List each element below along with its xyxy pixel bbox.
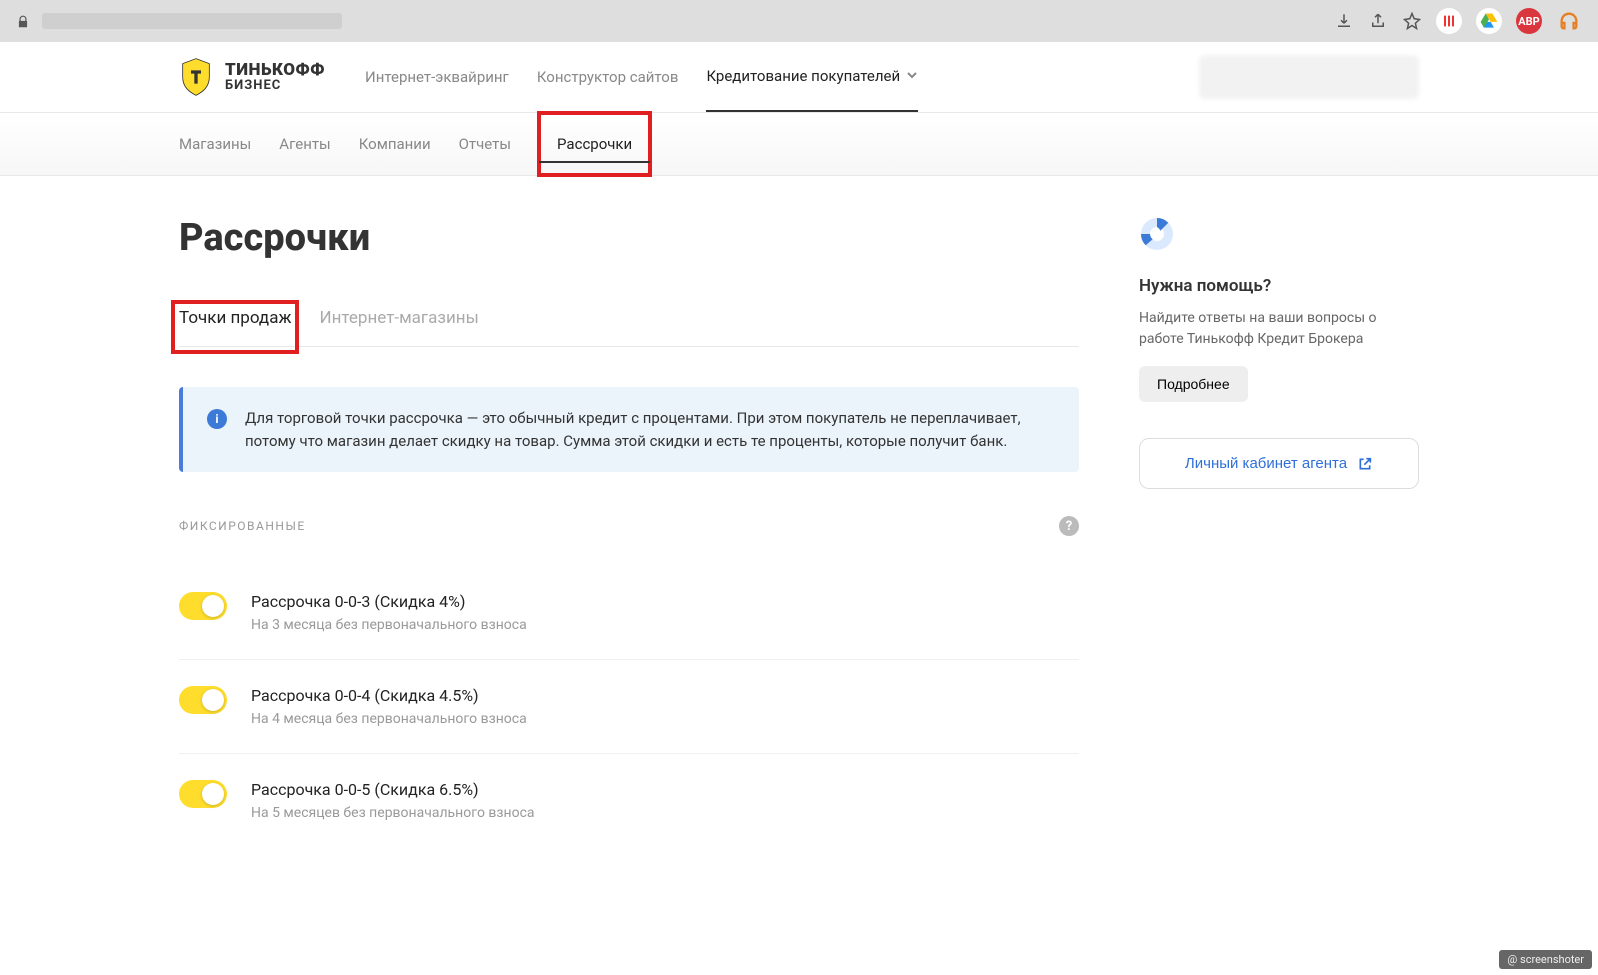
info-banner-text: Для торговой точки рассрочка — это обычн… [245,407,1055,452]
sub-nav-agents[interactable]: Агенты [279,113,330,175]
extension-icon-1[interactable] [1436,8,1462,34]
plan-row: Рассрочка 0-0-5 (Скидка 6.5%) На 5 месяц… [179,754,1079,847]
extension-headphones-icon[interactable] [1556,8,1582,34]
chevron-down-icon [906,67,918,85]
sub-nav: Магазины Агенты Компании Отчеты Рассрочк… [0,113,1598,176]
toggle-switch[interactable] [179,592,227,620]
chrome-toolbar-icons: ABP [1334,8,1582,34]
download-icon[interactable] [1334,11,1354,31]
extension-abp-icon[interactable]: ABP [1516,8,1542,34]
plan-title: Рассрочка 0-0-3 (Скидка 4%) [251,592,527,611]
logo[interactable]: ТИНЬКОФФ БИЗНЕС [179,57,325,97]
info-banner: i Для торговой точки рассрочка — это обы… [179,387,1079,472]
external-link-icon [1357,456,1373,472]
logo-main-text: ТИНЬКОФФ [225,62,325,79]
agent-cabinet-label: Личный кабинет агента [1185,455,1347,472]
help-text: Найдите ответы на ваши вопросы о работе … [1139,308,1419,350]
sub-nav-installments[interactable]: Рассрочки [539,113,650,175]
help-icon[interactable]: ? [1059,516,1079,536]
plan-row: Рассрочка 0-0-3 (Скидка 4%) На 3 месяца … [179,566,1079,660]
logo-sub-text: БИЗНЕС [225,79,325,92]
top-nav-sitebuilder[interactable]: Конструктор сайтов [537,42,679,112]
page-content: Рассрочки Точки продаж Интернет-магазины… [139,176,1459,907]
toggle-switch[interactable] [179,780,227,808]
content-tabs: Точки продаж Интернет-магазины [179,308,1079,347]
tab-online-shops[interactable]: Интернет-магазины [319,308,478,346]
info-icon: i [207,409,227,429]
tab-pos[interactable]: Точки продаж [179,308,291,346]
main-header: ТИНЬКОФФ БИЗНЕС Интернет-эквайринг Конст… [0,42,1598,113]
side-column: Нужна помощь? Найдите ответы на ваши воп… [1139,216,1419,847]
plan-title: Рассрочка 0-0-5 (Скидка 6.5%) [251,780,535,799]
lock-icon [16,14,30,28]
page-title: Рассрочки [179,216,1079,260]
plan-desc: На 3 месяца без первоначального взноса [251,617,527,633]
plan-title: Рассрочка 0-0-4 (Скидка 4.5%) [251,686,527,705]
extension-drive-icon[interactable] [1476,8,1502,34]
top-nav: Интернет-эквайринг Конструктор сайтов Кр… [365,42,918,112]
address-text-placeholder [42,13,342,29]
star-icon[interactable] [1402,11,1422,31]
toggle-switch[interactable] [179,686,227,714]
help-title: Нужна помощь? [1139,276,1419,296]
address-bar [16,13,342,29]
lifebuoy-icon [1139,216,1175,252]
sub-nav-companies[interactable]: Компании [359,113,431,175]
section-label: ФИКСИРОВАННЫЕ [179,519,306,533]
section-header: ФИКСИРОВАННЫЕ ? [179,516,1079,536]
plan-desc: На 5 месяцев без первоначального взноса [251,805,535,821]
plan-row: Рассрочка 0-0-4 (Скидка 4.5%) На 4 месяц… [179,660,1079,754]
top-nav-credit[interactable]: Кредитование покупателей [706,42,918,112]
top-nav-credit-label: Кредитование покупателей [706,67,900,85]
main-column: Рассрочки Точки продаж Интернет-магазины… [179,216,1079,847]
learn-more-button[interactable]: Подробнее [1139,366,1248,402]
help-block: Нужна помощь? Найдите ответы на ваши воп… [1139,216,1419,402]
account-area[interactable] [1199,55,1419,99]
top-nav-acquiring[interactable]: Интернет-эквайринг [365,42,509,112]
sub-nav-shops[interactable]: Магазины [179,113,251,175]
browser-chrome: ABP [0,0,1598,42]
plan-desc: На 4 месяца без первоначального взноса [251,711,527,727]
sub-nav-reports[interactable]: Отчеты [459,113,511,175]
share-icon[interactable] [1368,11,1388,31]
logo-shield-icon [179,57,213,97]
screenshoter-badge: @ screenshoter [1499,950,1592,969]
agent-cabinet-button[interactable]: Личный кабинет агента [1139,438,1419,489]
